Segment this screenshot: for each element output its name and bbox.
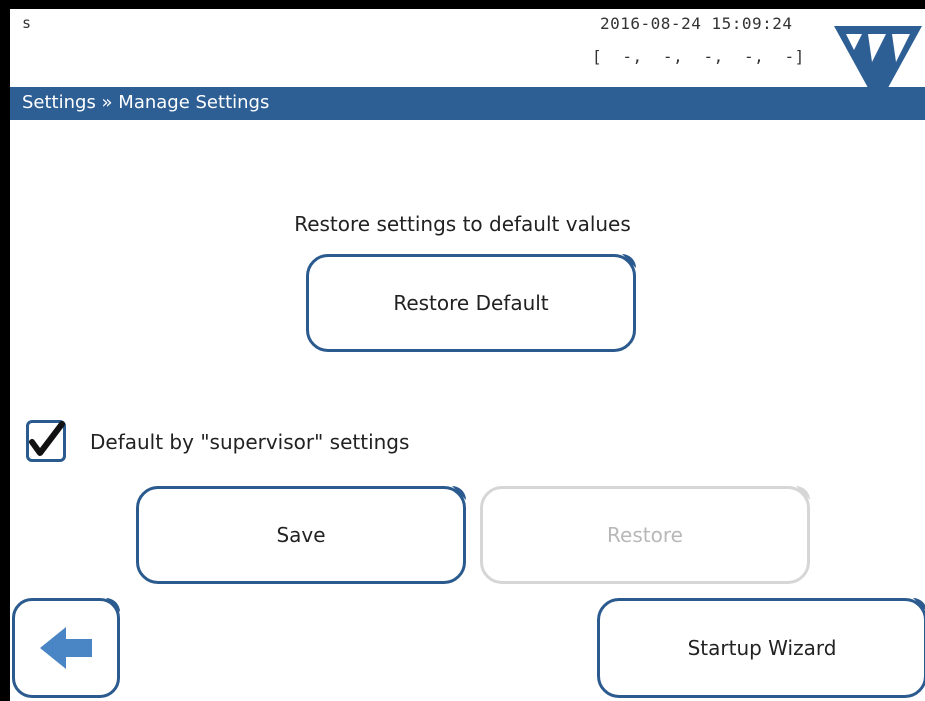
left-arrow-icon [40,627,92,669]
breadcrumb: Settings » Manage Settings [22,92,270,113]
button-corner-accent [622,254,636,268]
restore-button[interactable]: Restore [480,486,810,584]
startup-wizard-label: Startup Wizard [687,636,837,660]
save-button[interactable]: Save [136,486,466,584]
screen-border-top [0,0,925,9]
restore-default-label: Restore Default [393,291,549,315]
settings-screen: s 2016-08-24 15:09:24 [ -, -, -, -, -] S… [0,0,925,701]
button-corner-accent [913,598,925,612]
status-indicators: [ -, -, -, -, -] [592,47,805,66]
restore-label: Restore [607,523,683,547]
restore-default-button[interactable]: Restore Default [306,254,636,352]
current-user: s [22,14,32,32]
supervisor-default-checkbox[interactable] [26,420,66,462]
button-corner-accent [106,598,120,612]
status-datetime: 2016-08-24 15:09:24 [600,14,793,33]
save-label: Save [276,523,326,547]
startup-wizard-button[interactable]: Startup Wizard [597,598,925,698]
restore-defaults-heading: Restore settings to default values [294,212,631,236]
title-bar: Settings » Manage Settings [10,87,925,120]
button-corner-accent [796,486,810,500]
screen-border-left [0,0,10,701]
checkmark-icon [29,421,65,456]
button-corner-accent [452,486,466,500]
supervisor-default-label: Default by "supervisor" settings [90,430,410,454]
back-button[interactable] [12,598,120,698]
